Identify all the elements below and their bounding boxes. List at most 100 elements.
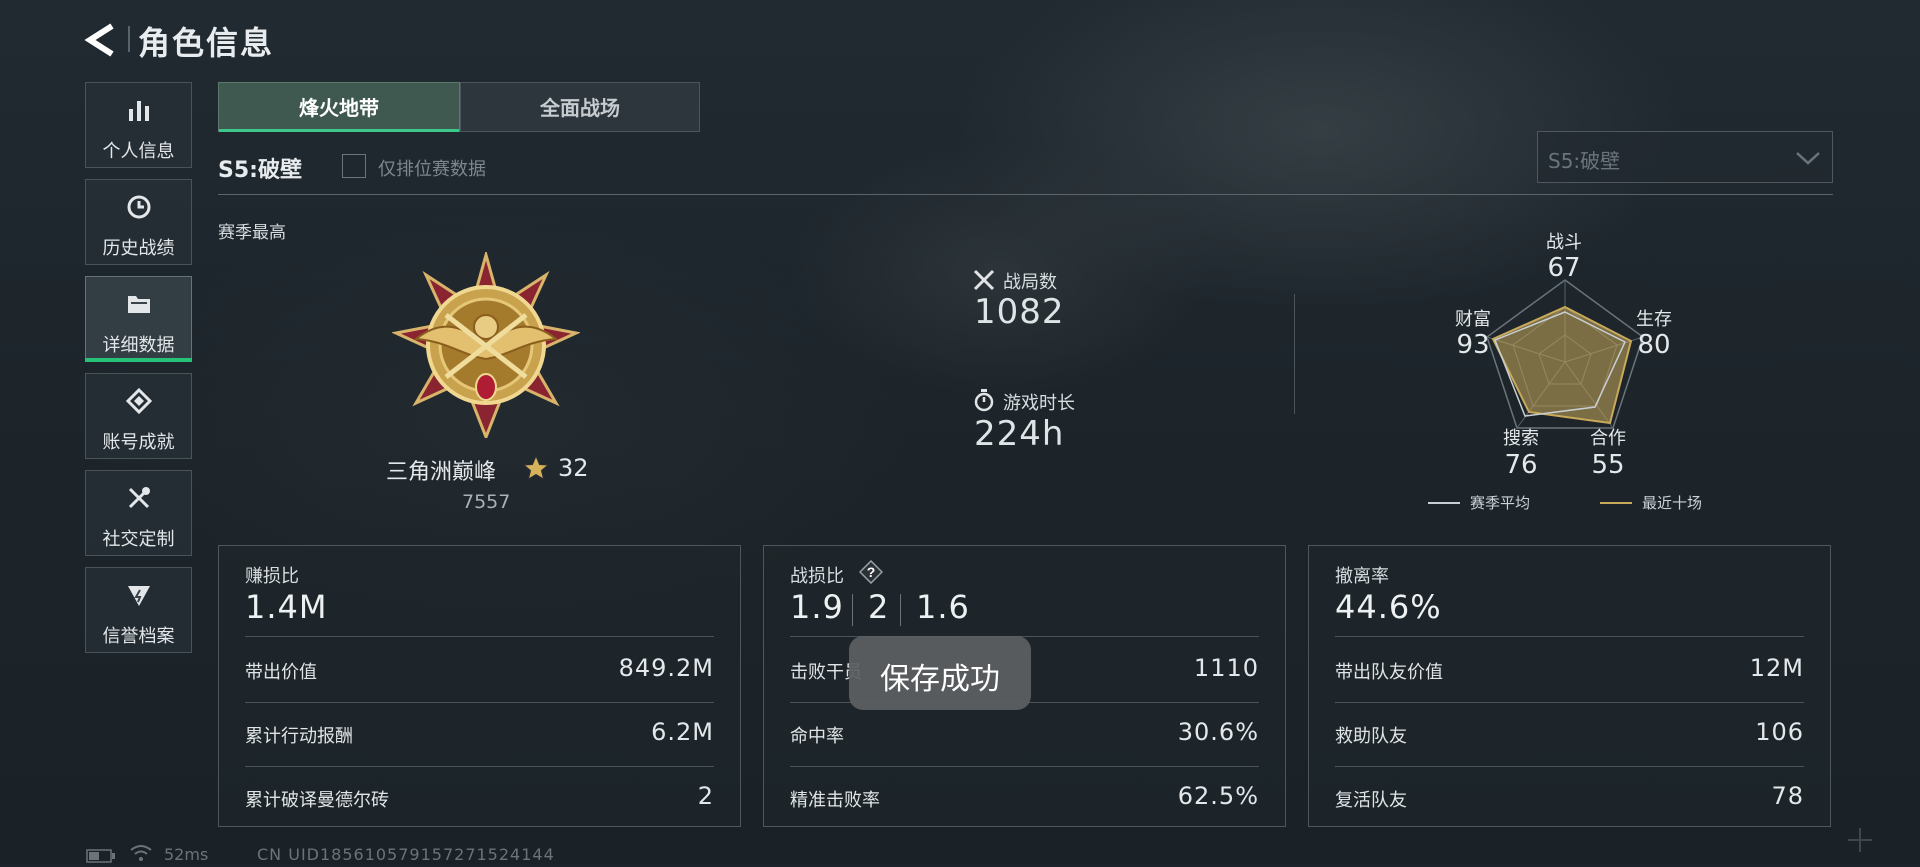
credit-icon	[126, 582, 152, 608]
back-arrow-icon[interactable]	[82, 20, 122, 60]
radar-label-combat: 战斗	[1546, 232, 1582, 253]
help-icon[interactable]: ?	[858, 559, 884, 585]
kd-overall-value: 1.9	[790, 588, 844, 626]
sidebar-item-label: 个人信息	[102, 141, 175, 162]
sidebar-item-credit-file[interactable]: 信誉档案	[85, 567, 192, 653]
row-label: 累计行动报酬	[245, 726, 353, 747]
sidebar-item-detailed-data[interactable]: 详细数据	[85, 276, 192, 362]
battery-icon	[86, 848, 116, 863]
season-best-label: 赛季最高	[218, 223, 286, 243]
kd-second-value: 2	[868, 588, 890, 626]
playtime-label: 游戏时长	[1003, 393, 1075, 414]
radar-value-cooperation: 55	[1591, 450, 1625, 480]
row-value: 30.6%	[1177, 718, 1259, 746]
radar-label-search: 搜索	[1503, 428, 1539, 449]
row-value: 1110	[1193, 654, 1259, 682]
crossed-swords-icon	[972, 268, 996, 292]
row-value: 62.5%	[1177, 782, 1259, 810]
radar-label-survival: 生存	[1636, 309, 1672, 330]
radar-value-combat: 67	[1547, 253, 1581, 283]
legend-swatch-recent-ten	[1600, 502, 1632, 504]
matches-label: 战局数	[1003, 272, 1057, 293]
legend-label-season-avg: 赛季平均	[1470, 494, 1531, 512]
sidebar-item-achievements[interactable]: 账号成就	[85, 373, 192, 459]
svg-text:?: ?	[867, 564, 876, 580]
tab-label: 全面战场	[540, 96, 620, 120]
rank-medal-emblem	[391, 249, 581, 442]
crosshair-icon	[1846, 826, 1874, 854]
rank-name: 三角洲巅峰	[386, 460, 497, 485]
legend-label-recent-ten: 最近十场	[1642, 494, 1703, 512]
legend-swatch-season-avg	[1428, 502, 1460, 504]
row-value: 2	[697, 782, 714, 810]
sidebar-item-personal-info[interactable]: 个人信息	[85, 82, 192, 168]
card-main-value: 44.6%	[1335, 588, 1442, 626]
title-divider	[128, 26, 130, 52]
row-label: 带出队友价值	[1335, 662, 1443, 683]
season-label: S5:破壁	[218, 158, 302, 183]
playtime-value: 224h	[974, 414, 1065, 454]
tab-label: 烽火地带	[299, 96, 379, 120]
row-label: 带出价值	[245, 662, 317, 683]
extraction-rate-card: 撤离率 44.6% 带出队友价值 12M 救助队友 106 复活队友 78	[1308, 545, 1831, 827]
card-divider	[1335, 702, 1804, 703]
card-title: 赚损比	[245, 566, 299, 587]
sidebar-item-label: 账号成就	[102, 432, 175, 453]
card-divider	[245, 636, 714, 637]
ratio-divider	[852, 594, 853, 626]
row-label: 累计破译曼德尔砖	[245, 790, 389, 811]
network-ping: 52ms	[164, 845, 209, 864]
row-value: 106	[1755, 718, 1804, 746]
card-divider	[245, 702, 714, 703]
history-icon	[126, 194, 152, 220]
card-main-value: 1.4M	[245, 588, 328, 626]
row-value: 78	[1771, 782, 1804, 810]
matches-value: 1082	[974, 292, 1065, 332]
row-value: 849.2M	[618, 654, 714, 682]
card-divider	[790, 766, 1259, 767]
ranked-only-checkbox[interactable]	[342, 154, 366, 178]
vertical-divider	[1294, 294, 1295, 414]
active-tab-indicator	[219, 129, 459, 132]
tab-fenghuo-zone[interactable]: 烽火地带	[218, 82, 460, 132]
tools-icon	[126, 485, 152, 511]
sidebar-item-label: 信誉档案	[102, 626, 175, 647]
sidebar-item-social-custom[interactable]: 社交定制	[85, 470, 192, 556]
card-divider	[1335, 766, 1804, 767]
chevron-down-icon	[1794, 146, 1822, 170]
card-divider	[245, 766, 714, 767]
row-value: 12M	[1749, 654, 1804, 682]
card-title: 撤离率	[1335, 566, 1389, 587]
rank-score: 7557	[462, 491, 511, 513]
card-title: 战损比	[790, 566, 844, 587]
star-icon	[522, 454, 550, 482]
row-label: 精准击败率	[790, 790, 880, 811]
wifi-icon	[130, 844, 152, 862]
sidebar-item-label: 社交定制	[102, 529, 175, 550]
season-select[interactable]: S5:破壁	[1537, 131, 1833, 183]
folder-icon	[126, 291, 152, 317]
row-value: 6.2M	[651, 718, 714, 746]
season-select-value: S5:破壁	[1548, 149, 1621, 173]
profit-loss-card: 赚损比 1.4M 带出价值 849.2M 累计行动报酬 6.2M 累计破译曼德尔…	[218, 545, 741, 827]
save-success-toast: 保存成功	[849, 636, 1031, 710]
sidebar-item-history[interactable]: 历史战绩	[85, 179, 192, 265]
active-indicator	[85, 358, 192, 362]
radar-value-survival: 80	[1637, 330, 1671, 360]
ratio-divider	[900, 594, 901, 626]
radar-value-wealth: 93	[1456, 330, 1490, 360]
sidebar-item-label: 详细数据	[102, 335, 175, 356]
radar-label-cooperation: 合作	[1590, 428, 1626, 449]
row-label: 救助队友	[1335, 726, 1407, 747]
kd-third-value: 1.6	[916, 588, 970, 626]
page-title: 角色信息	[138, 24, 275, 62]
rank-star-count: 32	[558, 454, 589, 482]
radar-value-search: 76	[1504, 450, 1538, 480]
row-label: 复活队友	[1335, 790, 1407, 811]
radar-label-wealth: 财富	[1455, 309, 1491, 330]
ranked-only-label[interactable]: 仅排位赛数据	[378, 155, 486, 181]
tab-full-battlefield[interactable]: 全面战场	[460, 82, 700, 132]
sidebar-item-label: 历史战绩	[102, 238, 175, 259]
toast-text: 保存成功	[880, 662, 1000, 697]
card-divider	[1335, 636, 1804, 637]
